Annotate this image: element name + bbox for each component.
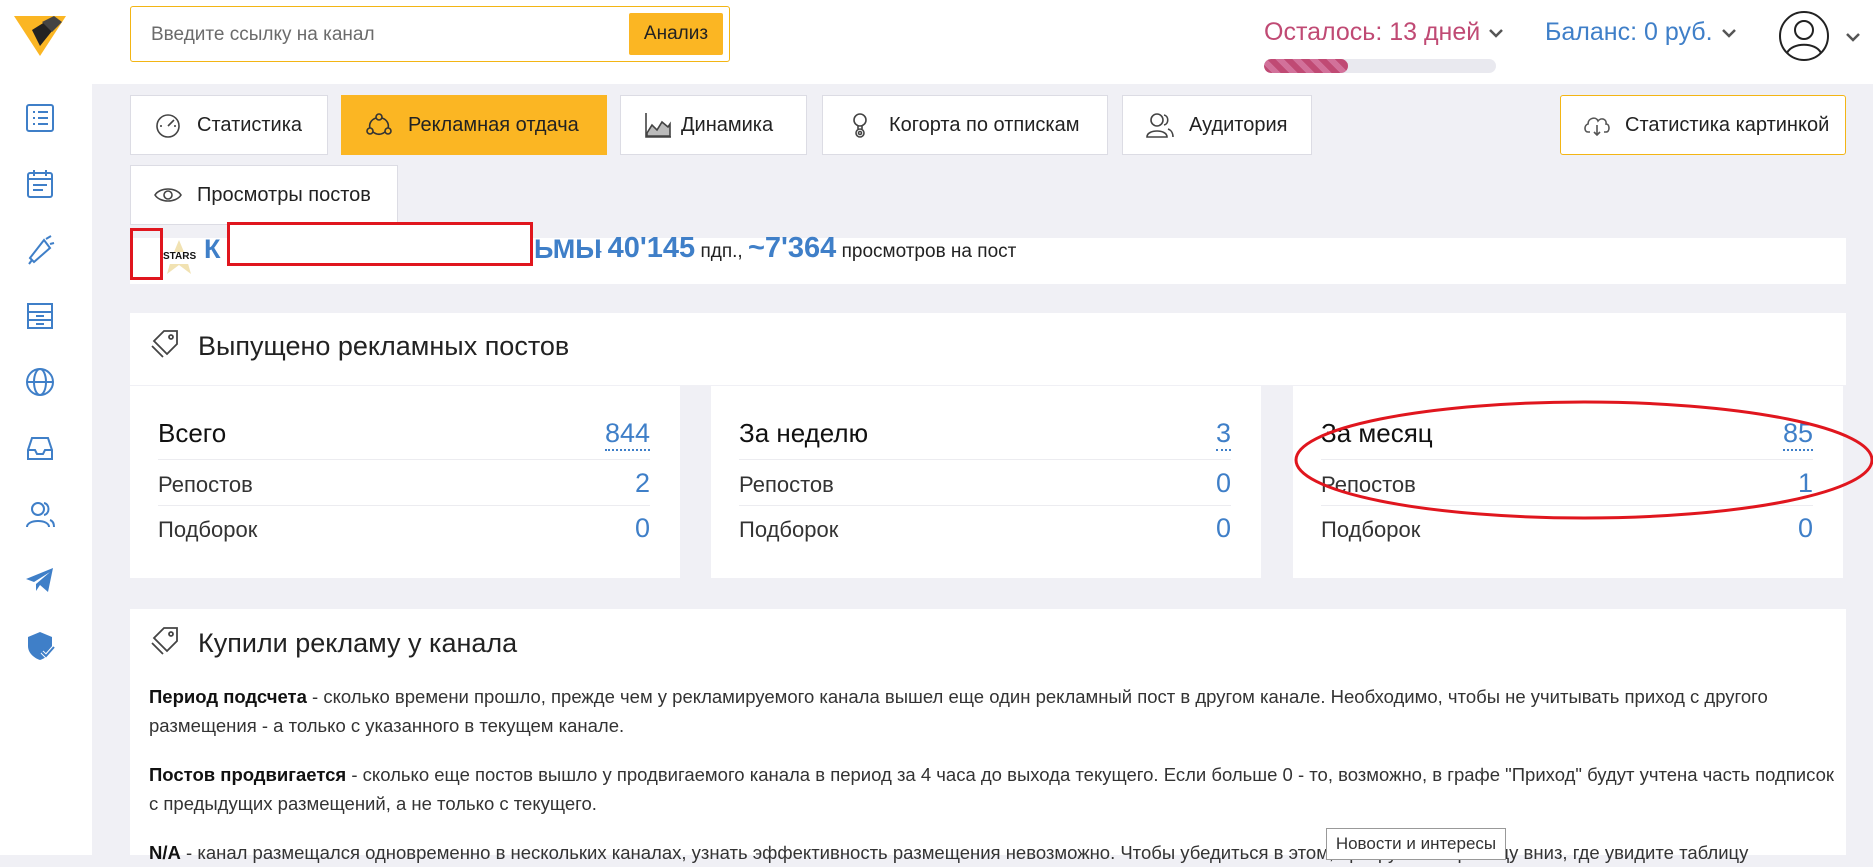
channel-search-input[interactable] bbox=[149, 19, 633, 51]
annotation-ellipse bbox=[1294, 400, 1873, 520]
picture-statistics-label: Статистика картинкой bbox=[1625, 113, 1830, 136]
stat-row-collections: Подборок 0 bbox=[158, 513, 650, 544]
bulb-gear-icon bbox=[845, 110, 875, 140]
channel-name-start[interactable]: К bbox=[204, 234, 220, 265]
term: Постов продвигается bbox=[149, 764, 347, 785]
stat-value: 2 bbox=[634, 468, 650, 498]
speedometer-icon bbox=[153, 110, 183, 140]
archive-icon[interactable] bbox=[20, 296, 60, 336]
analyze-button[interactable]: Анализ bbox=[629, 13, 723, 55]
network-icon bbox=[364, 110, 394, 140]
stat-card-total: Всего 844 Репостов 2 Подборок 0 bbox=[130, 386, 680, 578]
term: N/A bbox=[149, 842, 181, 863]
stat-row-reposts: Репостов 2 bbox=[158, 468, 650, 499]
balance[interactable]: Баланс: 0 руб. bbox=[1545, 18, 1737, 47]
tab-dynamics[interactable]: Динамика bbox=[620, 95, 807, 155]
planner-icon[interactable] bbox=[20, 164, 60, 204]
stat-label: Репостов bbox=[158, 472, 253, 497]
sidebar bbox=[0, 0, 92, 855]
tab-cohort[interactable]: Когорта по отпискам bbox=[822, 95, 1108, 155]
chevron-down-icon bbox=[1489, 28, 1504, 38]
description-promoted-posts: Постов продвигается - сколько еще постов… bbox=[149, 760, 1839, 818]
stat-value-link[interactable]: 3 bbox=[1215, 418, 1231, 451]
tab-statistics[interactable]: Статистика bbox=[130, 95, 328, 155]
tab-label: Просмотры постов bbox=[197, 183, 371, 206]
stat-row-reposts: Репостов 0 bbox=[739, 468, 1231, 499]
tooltip: Новости и интересы bbox=[1326, 828, 1506, 860]
released-title-text: Выпущено рекламных постов bbox=[198, 331, 570, 361]
stat-label: Всего bbox=[158, 418, 227, 448]
dash: - bbox=[596, 241, 603, 262]
tab-audience[interactable]: Аудитория bbox=[1122, 95, 1312, 155]
chevron-down-icon bbox=[1721, 28, 1736, 38]
tab-label: Статистика bbox=[197, 113, 303, 136]
stat-row-total: За неделю 3 bbox=[739, 418, 1231, 451]
stat-row-total: Всего 844 bbox=[158, 418, 650, 451]
description-period: Период подсчета - сколько времени прошло… bbox=[149, 682, 1839, 740]
subscription-progress-fill bbox=[1264, 59, 1348, 73]
users-icon bbox=[1145, 110, 1175, 140]
description-na: N/A - канал размещался одновременно в не… bbox=[149, 838, 1839, 867]
remaining-days-label: Осталось: 13 дней bbox=[1264, 18, 1481, 46]
stat-row-collections: Подборок 0 bbox=[739, 513, 1231, 544]
shield-check-icon[interactable] bbox=[20, 626, 60, 666]
remaining-days[interactable]: Осталось: 13 дней bbox=[1264, 18, 1504, 47]
stat-label: Подборок bbox=[158, 517, 258, 542]
stat-label: Репостов bbox=[739, 472, 834, 497]
logo[interactable] bbox=[12, 12, 68, 60]
views-unit: просмотров на пост bbox=[841, 241, 1017, 262]
tab-label: Аудитория bbox=[1189, 113, 1288, 136]
subscription-progress-bar bbox=[1264, 59, 1496, 73]
megaphone-icon[interactable] bbox=[20, 230, 60, 270]
stat-label: Подборок bbox=[739, 517, 839, 542]
tab-label: Динамика bbox=[681, 113, 774, 136]
tag-icon bbox=[150, 327, 182, 366]
divider bbox=[739, 459, 1231, 460]
subscribers-count: 40'145 bbox=[607, 232, 696, 264]
channel-stats: - 40'145 пдп., ~7'364 просмотров на пост bbox=[596, 232, 1016, 265]
bought-title: Купили рекламу у канала bbox=[150, 624, 517, 663]
tab-label: Когорта по отпискам bbox=[889, 113, 1080, 136]
tab-ad-return[interactable]: Рекламная отдача bbox=[341, 95, 607, 155]
channel-search: Анализ bbox=[130, 6, 730, 62]
stat-value: 0 bbox=[1215, 468, 1231, 498]
subscribers-unit: пдп., bbox=[700, 241, 743, 262]
term-text: - канал размещался одновременно в нескол… bbox=[180, 842, 1749, 863]
tab-post-views[interactable]: Просмотры постов bbox=[130, 165, 398, 225]
stat-label: За неделю bbox=[739, 418, 869, 448]
stat-value: 0 bbox=[634, 513, 650, 543]
tag-icon bbox=[150, 624, 182, 663]
bought-title-text: Купили рекламу у канала bbox=[198, 628, 518, 658]
stat-card-week: За неделю 3 Репостов 0 Подборок 0 bbox=[711, 386, 1261, 578]
telegram-icon[interactable] bbox=[20, 560, 60, 600]
term-text: - сколько времени прошло, прежде чем у р… bbox=[149, 686, 1768, 736]
picture-statistics-button[interactable]: Статистика картинкой bbox=[1560, 95, 1846, 155]
globe-icon[interactable] bbox=[20, 362, 60, 402]
balance-label: Баланс: 0 руб. bbox=[1545, 18, 1713, 46]
tab-label: Рекламная отдача bbox=[408, 113, 579, 136]
channel-name-end[interactable]: ЬМЫ bbox=[534, 234, 602, 265]
divider bbox=[739, 505, 1231, 506]
stat-value: 0 bbox=[1215, 513, 1231, 543]
channel-avatar-text: STARS bbox=[163, 251, 197, 262]
account-menu-chevron-icon[interactable] bbox=[1845, 30, 1861, 48]
term-text: - сколько еще постов вышло у продвигаемо… bbox=[149, 764, 1834, 814]
divider bbox=[158, 459, 650, 460]
user-avatar-icon[interactable] bbox=[1778, 10, 1830, 62]
list-icon[interactable] bbox=[20, 98, 60, 138]
eye-icon bbox=[153, 180, 183, 210]
inbox-icon[interactable] bbox=[20, 428, 60, 468]
area-chart-icon bbox=[643, 110, 673, 140]
annotation-redaction-box bbox=[227, 222, 533, 266]
channel-avatar[interactable]: STARS bbox=[160, 238, 198, 278]
stat-value-link[interactable]: 844 bbox=[604, 418, 650, 451]
views-per-post: ~7'364 bbox=[747, 232, 837, 264]
annotation-redaction-box bbox=[130, 228, 163, 280]
term: Период подсчета bbox=[149, 686, 307, 707]
users-icon[interactable] bbox=[20, 494, 60, 534]
cloud-download-icon bbox=[1583, 114, 1611, 136]
divider bbox=[158, 505, 650, 506]
released-title: Выпущено рекламных постов bbox=[150, 327, 569, 366]
